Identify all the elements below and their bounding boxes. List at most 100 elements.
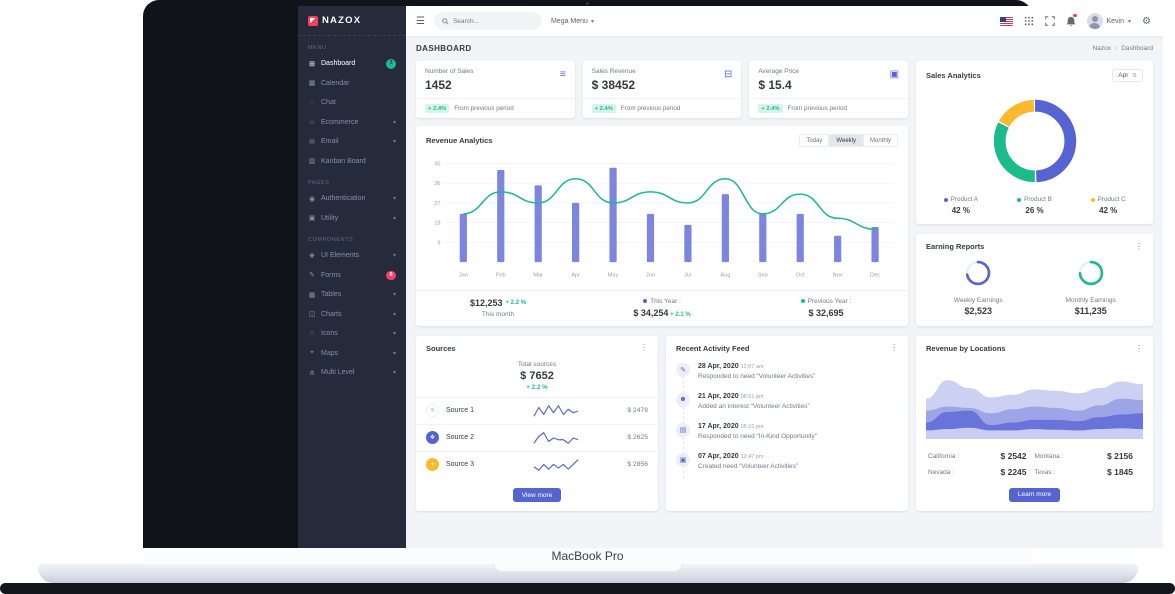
sidebar-item-charts[interactable]: ◫ Charts ▾ bbox=[298, 305, 406, 325]
learn-more-button[interactable]: Learn more bbox=[1009, 488, 1060, 502]
sidebar-item-label: Ecommerce bbox=[321, 119, 358, 126]
apps-grid-icon[interactable] bbox=[1024, 16, 1034, 26]
svg-text:36: 36 bbox=[434, 181, 440, 187]
sidebar-item-label: Dashboard bbox=[321, 60, 355, 67]
svg-text:18: 18 bbox=[434, 221, 440, 227]
stat-card-average-price: Average Price $ 15.4 ▣ + 2.4% From previ… bbox=[749, 61, 908, 118]
brand-logo-text: NAZOX bbox=[322, 15, 361, 26]
menu-toggle-icon[interactable]: ☰ bbox=[416, 16, 425, 27]
sidebar-item-label: Forms bbox=[321, 272, 341, 279]
select-arrows-icon: ⇅ bbox=[1132, 73, 1137, 79]
locations-area-chart bbox=[916, 359, 1153, 444]
sidebar-item-authentication[interactable]: ◉ Authentication ▾ bbox=[298, 189, 406, 209]
forms-badge: 8 bbox=[386, 271, 396, 281]
user-icon: ☻ bbox=[676, 393, 690, 407]
svg-text:Jul: Jul bbox=[684, 273, 691, 279]
chevron-down-icon: ▾ bbox=[393, 252, 396, 259]
sidebar-item-forms[interactable]: ✎ Forms 8 bbox=[298, 266, 406, 286]
brand-logo[interactable]: NAZOX bbox=[298, 6, 406, 36]
settings-gear-icon[interactable]: ⚙ bbox=[1142, 16, 1151, 27]
sources-panel: Sources ⋮ Total sources $ 7652 + 2.2 % bbox=[416, 336, 658, 512]
source-icon: ❋ bbox=[426, 404, 439, 417]
stat-delta-badge: + 2.4% bbox=[592, 104, 616, 113]
legend-dot bbox=[801, 299, 805, 303]
range-button-monthly[interactable]: Monthly bbox=[863, 134, 898, 147]
stat-value: $ 38452 bbox=[592, 78, 733, 92]
kebab-menu-icon[interactable]: ⋮ bbox=[640, 344, 648, 352]
box-icon: ▣ bbox=[676, 453, 690, 467]
location-stat: Texas : $ 1845 bbox=[1035, 467, 1142, 477]
sidebar-item-chat[interactable]: ◌ Chat bbox=[298, 93, 406, 113]
kebab-menu-icon[interactable]: ⋮ bbox=[1135, 345, 1143, 353]
calendar-icon: ▦ bbox=[308, 79, 316, 87]
panel-title: Revenue by Locations bbox=[926, 344, 1006, 353]
dashboard-icon: ⊞ bbox=[308, 60, 316, 68]
source-icon: ❖ bbox=[426, 431, 439, 444]
total-sources-value: $ 7652 bbox=[416, 370, 658, 382]
user-circle-icon: ◉ bbox=[308, 195, 316, 203]
sidebar-item-email[interactable]: ✉ Email ▾ bbox=[298, 132, 406, 152]
share-icon: ⋔ bbox=[308, 369, 316, 377]
notifications-bell-icon[interactable] bbox=[1066, 16, 1076, 27]
activity-item: ☻ 21 Apr, 202008:01 pm Added an interest… bbox=[676, 393, 898, 410]
search-input[interactable] bbox=[453, 18, 533, 25]
search-icon bbox=[442, 18, 449, 25]
stat-label: Average Price bbox=[758, 68, 899, 75]
source-sparkline bbox=[491, 457, 620, 473]
source-icon: ✦ bbox=[426, 458, 439, 471]
sidebar-item-tables[interactable]: ▦ Tables ▾ bbox=[298, 285, 406, 305]
device-label: MacBook Pro bbox=[143, 548, 1032, 564]
laptop-shadow bbox=[0, 583, 1175, 594]
sidebar-item-dashboard[interactable]: ⊞ Dashboard 3 bbox=[298, 54, 406, 74]
sales-analytics-panel: Sales Analytics Apr ⇅ Product A bbox=[916, 61, 1153, 224]
utility-icon: ▣ bbox=[308, 214, 316, 222]
fullscreen-icon[interactable] bbox=[1045, 16, 1055, 26]
breadcrumb-root[interactable]: Nazox bbox=[1093, 45, 1111, 52]
sales-analytics-donut-chart bbox=[916, 88, 1153, 196]
panel-title: Sources bbox=[426, 344, 456, 353]
stat-label: Sales Revenue bbox=[592, 68, 733, 75]
chat-icon: ◌ bbox=[308, 99, 316, 106]
user-menu[interactable]: Kevin ▾ bbox=[1087, 13, 1132, 29]
sidebar-section-menu: MENU bbox=[308, 45, 396, 51]
mega-menu-button[interactable]: Mega Menu ▾ bbox=[551, 18, 594, 25]
sidebar-item-maps[interactable]: ⌖ Maps ▾ bbox=[298, 344, 406, 364]
macbook-mockup: NAZOX MENU ⊞ Dashboard 3 ▦ Calendar ◌ Ch… bbox=[0, 0, 1175, 594]
sidebar-item-label: Utility bbox=[321, 215, 338, 222]
source-row: ✦ Source 3 $ 2856 bbox=[416, 451, 658, 478]
notification-dot bbox=[1073, 14, 1077, 18]
breadcrumb-current: Dashboard bbox=[1121, 45, 1153, 52]
kebab-menu-icon[interactable]: ⋮ bbox=[890, 344, 898, 352]
sidebar-item-label: Multi Level bbox=[321, 369, 354, 376]
sidebar-item-ui-elements[interactable]: ❖ UI Elements ▾ bbox=[298, 246, 406, 266]
svg-text:Apr: Apr bbox=[571, 273, 580, 279]
panel-title: Revenue Analytics bbox=[426, 136, 492, 145]
sidebar-item-ecommerce[interactable]: ⌂ Ecommerce ▾ bbox=[298, 113, 406, 133]
layers-icon: ≡ bbox=[560, 69, 566, 80]
view-more-button[interactable]: View more bbox=[513, 488, 562, 502]
store-icon: ⌂ bbox=[308, 119, 316, 126]
sidebar-item-icons[interactable]: ○ Icons ▾ bbox=[298, 324, 406, 344]
store-icon: ⊟ bbox=[724, 69, 732, 80]
month-select[interactable]: Apr ⇅ bbox=[1112, 69, 1143, 82]
kebab-menu-icon[interactable]: ⋮ bbox=[1135, 243, 1143, 251]
sidebar-item-kanban-board[interactable]: ▥ Kanban Board bbox=[298, 152, 406, 172]
svg-text:Jun: Jun bbox=[646, 273, 655, 279]
stat-note: From previous period bbox=[621, 105, 681, 112]
sidebar-item-calendar[interactable]: ▦ Calendar bbox=[298, 74, 406, 94]
search-box[interactable] bbox=[434, 12, 542, 30]
stat-value: $ 15.4 bbox=[758, 78, 899, 92]
svg-text:9: 9 bbox=[437, 240, 440, 246]
svg-text:Jan: Jan bbox=[459, 273, 468, 279]
svg-text:May: May bbox=[608, 273, 619, 279]
sidebar-item-multi-level[interactable]: ⋔ Multi Level ▾ bbox=[298, 363, 406, 383]
chevron-down-icon: ▾ bbox=[393, 330, 396, 337]
table-icon: ▦ bbox=[308, 291, 316, 299]
sidebar-item-label: Tables bbox=[321, 291, 341, 298]
sidebar-item-utility[interactable]: ▣ Utility ▾ bbox=[298, 209, 406, 229]
range-button-today[interactable]: Today bbox=[799, 134, 829, 147]
svg-text:Sep: Sep bbox=[758, 273, 768, 279]
language-flag-icon[interactable] bbox=[1000, 17, 1013, 26]
sidebar: NAZOX MENU ⊞ Dashboard 3 ▦ Calendar ◌ Ch… bbox=[298, 6, 406, 548]
range-button-weekly[interactable]: Weekly bbox=[829, 134, 863, 147]
